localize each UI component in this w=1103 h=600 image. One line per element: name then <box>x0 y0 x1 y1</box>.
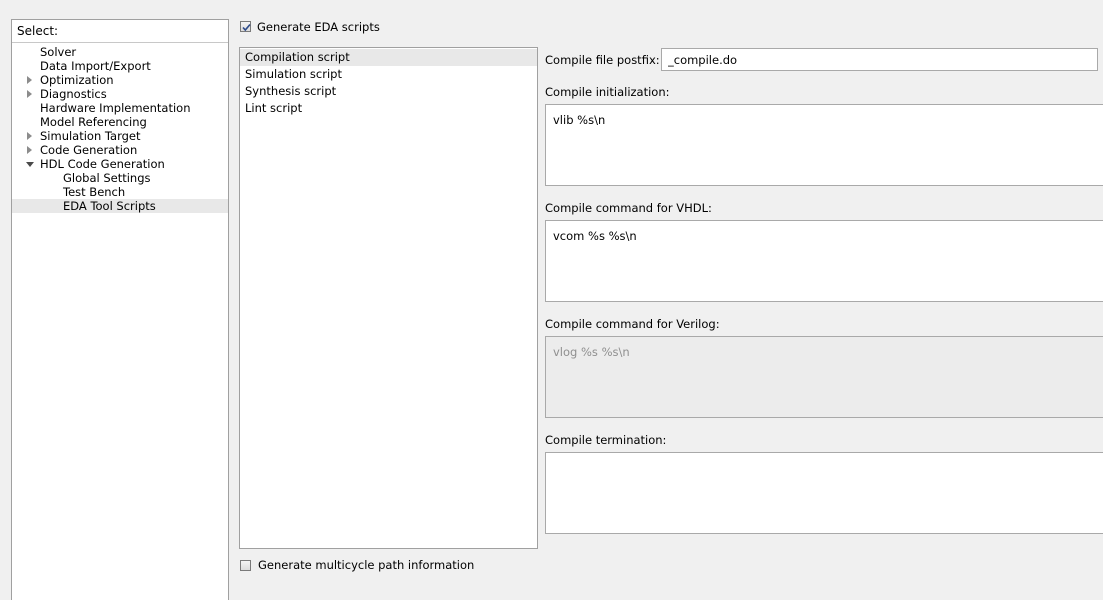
generate-eda-checkbox[interactable] <box>240 21 251 32</box>
tree-item-global-settings[interactable]: Global Settings <box>63 171 151 185</box>
select-label: Select: <box>17 24 59 38</box>
tree-item-code-generation[interactable]: Code Generation <box>40 143 137 157</box>
tree-item-test-bench[interactable]: Test Bench <box>63 185 125 199</box>
script-type-list[interactable]: Compilation script Simulation script Syn… <box>239 47 538 549</box>
tree-item-diagnostics[interactable]: Diagnostics <box>40 87 107 101</box>
list-item-simulation-script[interactable]: Simulation script <box>240 66 537 83</box>
tree-item-hardware-implementation[interactable]: Hardware Implementation <box>40 101 191 115</box>
compile-verilog-label: Compile command for Verilog: <box>545 317 720 331</box>
compile-postfix-input[interactable] <box>661 48 1098 71</box>
checkmark-icon <box>242 23 251 32</box>
tree-item-optimization[interactable]: Optimization <box>40 73 114 87</box>
list-item-lint-script[interactable]: Lint script <box>240 100 537 117</box>
list-item-compilation-script[interactable]: Compilation script <box>240 49 537 66</box>
tree-item-model-referencing[interactable]: Model Referencing <box>40 115 147 129</box>
multicycle-label: Generate multicycle path information <box>258 558 475 572</box>
compile-vhdl-label: Compile command for VHDL: <box>545 201 712 215</box>
collapse-arrow-icon[interactable] <box>26 162 34 167</box>
tree-item-solver[interactable]: Solver <box>40 45 76 59</box>
model-config-tree[interactable]: Select: Solver Data Import/Export Optimi… <box>11 19 229 600</box>
compile-verilog-textarea: vlog %s %s\n <box>545 336 1103 418</box>
tree-item-eda-tool-scripts[interactable]: EDA Tool Scripts <box>12 199 228 213</box>
expand-arrow-icon[interactable] <box>27 90 32 98</box>
compile-termination-label: Compile termination: <box>545 433 667 447</box>
compile-termination-textarea[interactable] <box>545 452 1103 534</box>
tree-item-simulation-target[interactable]: Simulation Target <box>40 129 141 143</box>
compile-vhdl-textarea[interactable]: vcom %s %s\n <box>545 220 1103 302</box>
expand-arrow-icon[interactable] <box>27 76 32 84</box>
tree-item-hdl-code-generation[interactable]: HDL Code Generation <box>40 157 165 171</box>
compile-init-label: Compile initialization: <box>545 85 670 99</box>
tree-item-data-import-export[interactable]: Data Import/Export <box>40 59 151 73</box>
expand-arrow-icon[interactable] <box>27 146 32 154</box>
list-item-synthesis-script[interactable]: Synthesis script <box>240 83 537 100</box>
generate-eda-label: Generate EDA scripts <box>257 20 380 34</box>
compile-postfix-label: Compile file postfix: <box>545 53 660 67</box>
multicycle-checkbox[interactable] <box>240 560 251 571</box>
select-divider <box>12 42 228 43</box>
compile-init-textarea[interactable]: vlib %s\n <box>545 104 1103 186</box>
expand-arrow-icon[interactable] <box>27 132 32 140</box>
